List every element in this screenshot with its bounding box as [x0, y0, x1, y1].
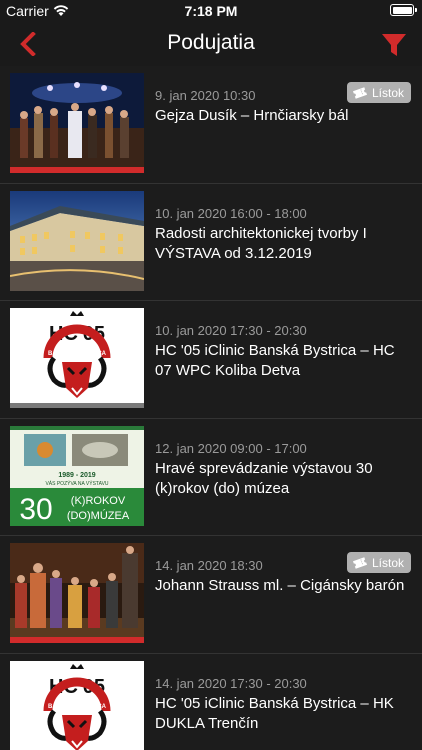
event-name: HC '05 iClinic Banská Bystrica – HK DUKL… [155, 694, 394, 732]
event-thumbnail [10, 543, 144, 643]
event-name: Johann Strauss ml. – Cigánsky barón [155, 577, 405, 594]
ticket-badge[interactable]: Lístok [346, 552, 411, 573]
event-row[interactable]: HC'05 BANSKÁ BYSTRICA 14. jan 2020 17:30… [0, 654, 422, 750]
svg-text:30: 30 [19, 493, 52, 526]
event-date: 14. jan 2020 17:30 - 20:30 [155, 675, 307, 691]
status-bar: Carrier 7:18 PM [0, 0, 422, 22]
page-title: Podujatia [167, 31, 255, 54]
event-row[interactable]: 1989 - 2019 VÁS POZÝVA NA VÝSTAVU 30 (K)… [0, 419, 422, 536]
event-row[interactable]: 14. jan 2020 18:30 Johann Strauss ml. – … [0, 536, 422, 654]
svg-text:(K)ROKOV: (K)ROKOV [71, 495, 126, 507]
event-name: Hravé sprevádzanie výstavou 30 (k)rokov … [155, 459, 373, 497]
event-thumbnail: HC'05 BANSKÁ BYSTRICA [10, 660, 144, 750]
event-row[interactable]: HC'05 BANSKÁ BYSTRICA 10. jan 2020 17:30… [0, 301, 422, 419]
event-date: 14. jan 2020 18:30 [155, 558, 263, 573]
hockey-club-logo: HC'05 BANSKÁ BYSTRICA [10, 308, 144, 408]
clock: 7:18 PM [184, 3, 238, 19]
event-date: 10. jan 2020 17:30 - 20:30 [155, 323, 307, 338]
event-date: 9. jan 2020 10:30 [155, 88, 256, 103]
event-name: HC '05 iClinic Banská Bystrica – HC 07 W… [155, 342, 395, 379]
event-date: 10. jan 2020 16:00 - 18:00 [155, 205, 307, 221]
svg-text:VÁS POZÝVA NA VÝSTAVU: VÁS POZÝVA NA VÝSTAVU [45, 480, 108, 487]
svg-text:(DO)MÚZEA: (DO)MÚZEA [67, 509, 130, 522]
svg-text:1989 - 2019: 1989 - 2019 [58, 472, 95, 479]
ticket-label: Lístok [371, 555, 404, 570]
event-thumbnail [10, 190, 144, 291]
ticket-icon [352, 86, 367, 99]
event-date: 12. jan 2020 09:00 - 17:00 [155, 440, 307, 456]
svg-text:BANSKÁ BYSTRICA: BANSKÁ BYSTRICA [48, 350, 107, 357]
event-name: Gejza Dusík – Hrnčiarsky bál [155, 107, 349, 124]
ticket-badge[interactable]: Lístok [346, 82, 411, 103]
filter-icon[interactable] [380, 31, 408, 59]
battery-icon [390, 4, 417, 16]
navigation-bar: Podujatia [0, 22, 422, 66]
exhibition-poster: 1989 - 2019 VÁS POZÝVA NA VÝSTAVU 30 (K)… [10, 425, 144, 526]
event-list: 9. jan 2020 10:30 Gejza Dusík – Hrnčiars… [0, 66, 422, 750]
hockey-club-logo: HC'05 BANSKÁ BYSTRICA [10, 660, 144, 750]
event-thumbnail: 1989 - 2019 VÁS POZÝVA NA VÝSTAVU 30 (K)… [10, 425, 144, 526]
ticket-label: Lístok [371, 85, 404, 100]
event-row[interactable]: 9. jan 2020 10:30 Gejza Dusík – Hrnčiars… [0, 66, 422, 184]
event-name: Radosti architektonickej tvorby I VÝSTAV… [155, 224, 367, 262]
event-row[interactable]: 10. jan 2020 16:00 - 18:00 Radosti archi… [0, 184, 422, 301]
event-thumbnail [10, 73, 144, 173]
event-thumbnail: HC'05 BANSKÁ BYSTRICA [10, 308, 144, 408]
ticket-icon [352, 556, 367, 569]
svg-text:BANSKÁ BYSTRICA: BANSKÁ BYSTRICA [48, 703, 107, 710]
